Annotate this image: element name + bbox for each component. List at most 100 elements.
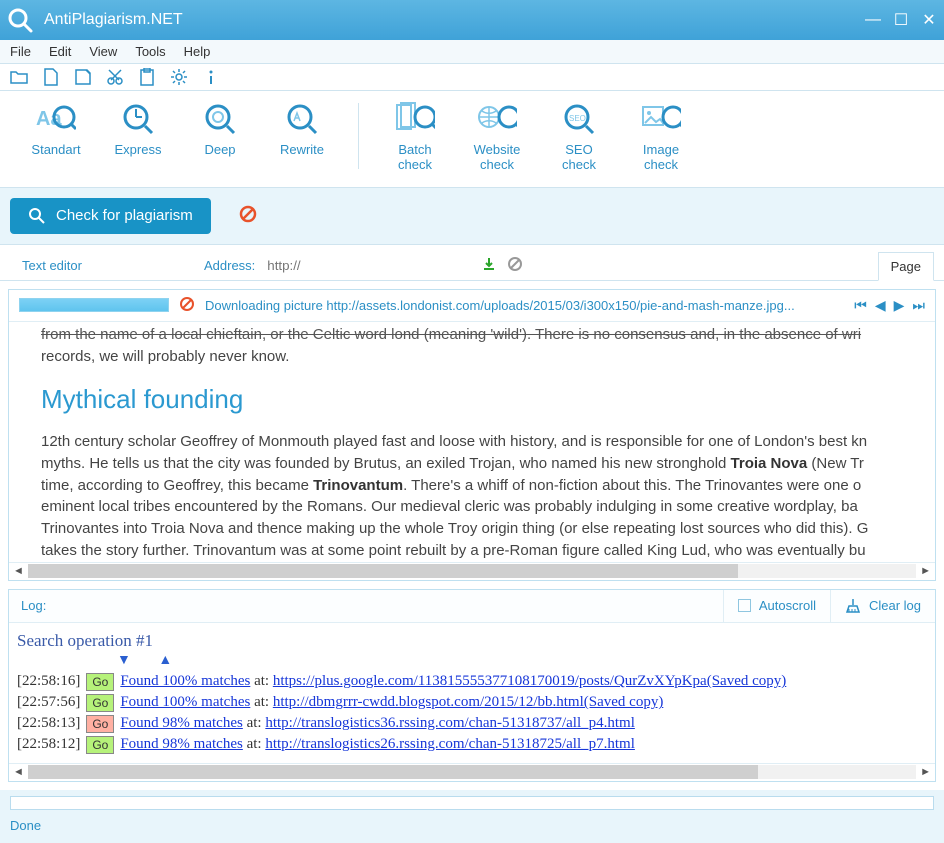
ribbon-standart-label: Standart: [31, 143, 80, 158]
app-title: AntiPlagiarism.NET: [44, 11, 183, 29]
ribbon-rewrite-label: Rewrite: [280, 143, 324, 158]
close-button[interactable]: ✕: [920, 10, 938, 30]
standart-icon: Aa: [36, 99, 76, 139]
ribbon-express[interactable]: Express: [108, 99, 168, 173]
batch-icon: [395, 99, 435, 139]
ribbon-website[interactable]: Websitecheck: [467, 99, 527, 173]
ribbon-express-label: Express: [115, 143, 162, 158]
forbidden-icon[interactable]: [239, 205, 257, 226]
log-go-button[interactable]: Go: [86, 715, 114, 733]
info-icon[interactable]: [202, 68, 220, 86]
seo-icon: SEO: [559, 99, 599, 139]
save-icon[interactable]: [74, 68, 92, 86]
workarea: Downloading picture http://assets.london…: [8, 289, 936, 581]
log-go-button[interactable]: Go: [86, 736, 114, 754]
log-body: Search operation #1 ▼ ▲ [22:58:16] Go Foun…: [9, 623, 935, 763]
search-icon: [28, 207, 46, 225]
log-go-button[interactable]: Go: [86, 694, 114, 712]
tabbar: Text editor Address: Page: [0, 245, 944, 281]
website-icon: [477, 99, 517, 139]
log-url-link[interactable]: https://plus.google.com/1138155553771081…: [273, 673, 786, 689]
check-plagiarism-button[interactable]: Check for plagiarism: [10, 198, 211, 234]
log-url-link[interactable]: http://translogistics26.rssing.com/chan-…: [265, 736, 635, 752]
log-search-title: Search operation #1: [17, 631, 927, 651]
content-cut-line: from the name of a local chieftain, or t…: [41, 324, 915, 346]
log-row: [22:57:56]GoFound 100% matches at: http:…: [17, 694, 927, 712]
log-row: [22:58:16]GoFound 100% matches at: https…: [17, 673, 927, 691]
log-row: [22:58:12]GoFound 98% matches at: http:/…: [17, 736, 927, 754]
content-heading: Mythical founding: [41, 381, 915, 419]
paste-icon[interactable]: [138, 68, 156, 86]
cut-icon[interactable]: [106, 68, 124, 86]
nav-next-icon[interactable]: ▶: [894, 297, 905, 314]
address-label: Address:: [204, 258, 255, 273]
menu-help[interactable]: Help: [184, 44, 211, 59]
menubar: File Edit View Tools Help: [0, 40, 944, 64]
tab-page[interactable]: Page: [878, 252, 934, 281]
log-header: Log: Autoscroll Clear log: [9, 590, 935, 623]
clear-log-button[interactable]: Clear log: [830, 590, 935, 622]
check-plagiarism-label: Check for plagiarism: [56, 207, 193, 224]
minimize-button[interactable]: —: [864, 11, 882, 29]
ribbon-standart[interactable]: Aa Standart: [26, 99, 86, 173]
tab-text-editor[interactable]: Text editor: [10, 252, 94, 279]
menu-view[interactable]: View: [89, 44, 117, 59]
autoscroll-toggle[interactable]: Autoscroll: [723, 590, 830, 622]
ribbon-website-label: Websitecheck: [474, 143, 521, 173]
nav-last-icon[interactable]: ⏭: [912, 297, 925, 314]
menu-file[interactable]: File: [10, 44, 31, 59]
log-match-link[interactable]: Found 100% matches: [120, 694, 250, 710]
content-p1: 12th century scholar Geoffrey of Monmout…: [41, 431, 915, 562]
deep-icon: [200, 99, 240, 139]
log-url-link[interactable]: http://dbmgrrr-cwdd.blogspot.com/2015/12…: [273, 694, 663, 710]
image-icon: [641, 99, 681, 139]
maximize-button[interactable]: ☐: [892, 10, 910, 30]
new-file-icon[interactable]: [42, 68, 60, 86]
log-go-button[interactable]: Go: [86, 673, 114, 691]
content-line2: records, we will probably never know.: [41, 346, 915, 368]
download-bar: Downloading picture http://assets.london…: [9, 290, 935, 322]
address-input[interactable]: [265, 257, 475, 274]
statusbar: Done: [0, 790, 944, 843]
log-timestamp: [22:58:12]: [17, 736, 80, 753]
log-url-link[interactable]: http://translogistics36.rssing.com/chan-…: [265, 715, 635, 731]
autoscroll-label: Autoscroll: [759, 598, 816, 613]
log-timestamp: [22:58:16]: [17, 673, 80, 690]
block-icon[interactable]: [507, 256, 523, 275]
open-icon[interactable]: [10, 68, 28, 86]
download-icon[interactable]: [481, 256, 497, 275]
log-match-link[interactable]: Found 98% matches: [120, 736, 242, 752]
ribbon-seo[interactable]: SEO SEOcheck: [549, 99, 609, 173]
express-icon: [118, 99, 158, 139]
ribbon-rewrite[interactable]: Rewrite: [272, 99, 332, 173]
titlebar: AntiPlagiarism.NET — ☐ ✕: [0, 0, 944, 40]
log-hscrollbar[interactable]: ◄►: [9, 763, 935, 781]
ribbon-deep-label: Deep: [204, 143, 235, 158]
ribbon-batch[interactable]: Batchcheck: [385, 99, 445, 173]
menu-tools[interactable]: Tools: [135, 44, 165, 59]
log-match-link[interactable]: Found 100% matches: [120, 673, 250, 689]
broom-icon: [845, 598, 861, 614]
app-logo: [6, 6, 34, 34]
log-panel: Log: Autoscroll Clear log Search operati…: [8, 589, 936, 782]
ribbon-deep[interactable]: Deep: [190, 99, 250, 173]
download-message: Downloading picture http://assets.london…: [205, 298, 844, 313]
page-content: from the name of a local chieftain, or t…: [9, 322, 935, 562]
log-sort-arrows[interactable]: ▼ ▲: [117, 653, 927, 669]
content-hscrollbar[interactable]: ◄►: [9, 562, 935, 580]
log-label: Log:: [9, 590, 58, 621]
log-match-link[interactable]: Found 98% matches: [120, 715, 242, 731]
ribbon-seo-label: SEOcheck: [562, 143, 596, 173]
ribbon-image[interactable]: Imagecheck: [631, 99, 691, 173]
checkbar: Check for plagiarism: [0, 188, 944, 245]
settings-icon[interactable]: [170, 68, 188, 86]
cancel-download-icon[interactable]: [179, 296, 195, 315]
menu-edit[interactable]: Edit: [49, 44, 71, 59]
ribbon-image-label: Imagecheck: [643, 143, 679, 173]
nav-first-icon[interactable]: ⏮: [854, 297, 867, 314]
log-timestamp: [22:57:56]: [17, 694, 80, 711]
download-progress: [19, 298, 169, 312]
autoscroll-checkbox[interactable]: [738, 599, 751, 612]
nav-prev-icon[interactable]: ◀: [875, 297, 886, 314]
clear-log-label: Clear log: [869, 598, 921, 613]
